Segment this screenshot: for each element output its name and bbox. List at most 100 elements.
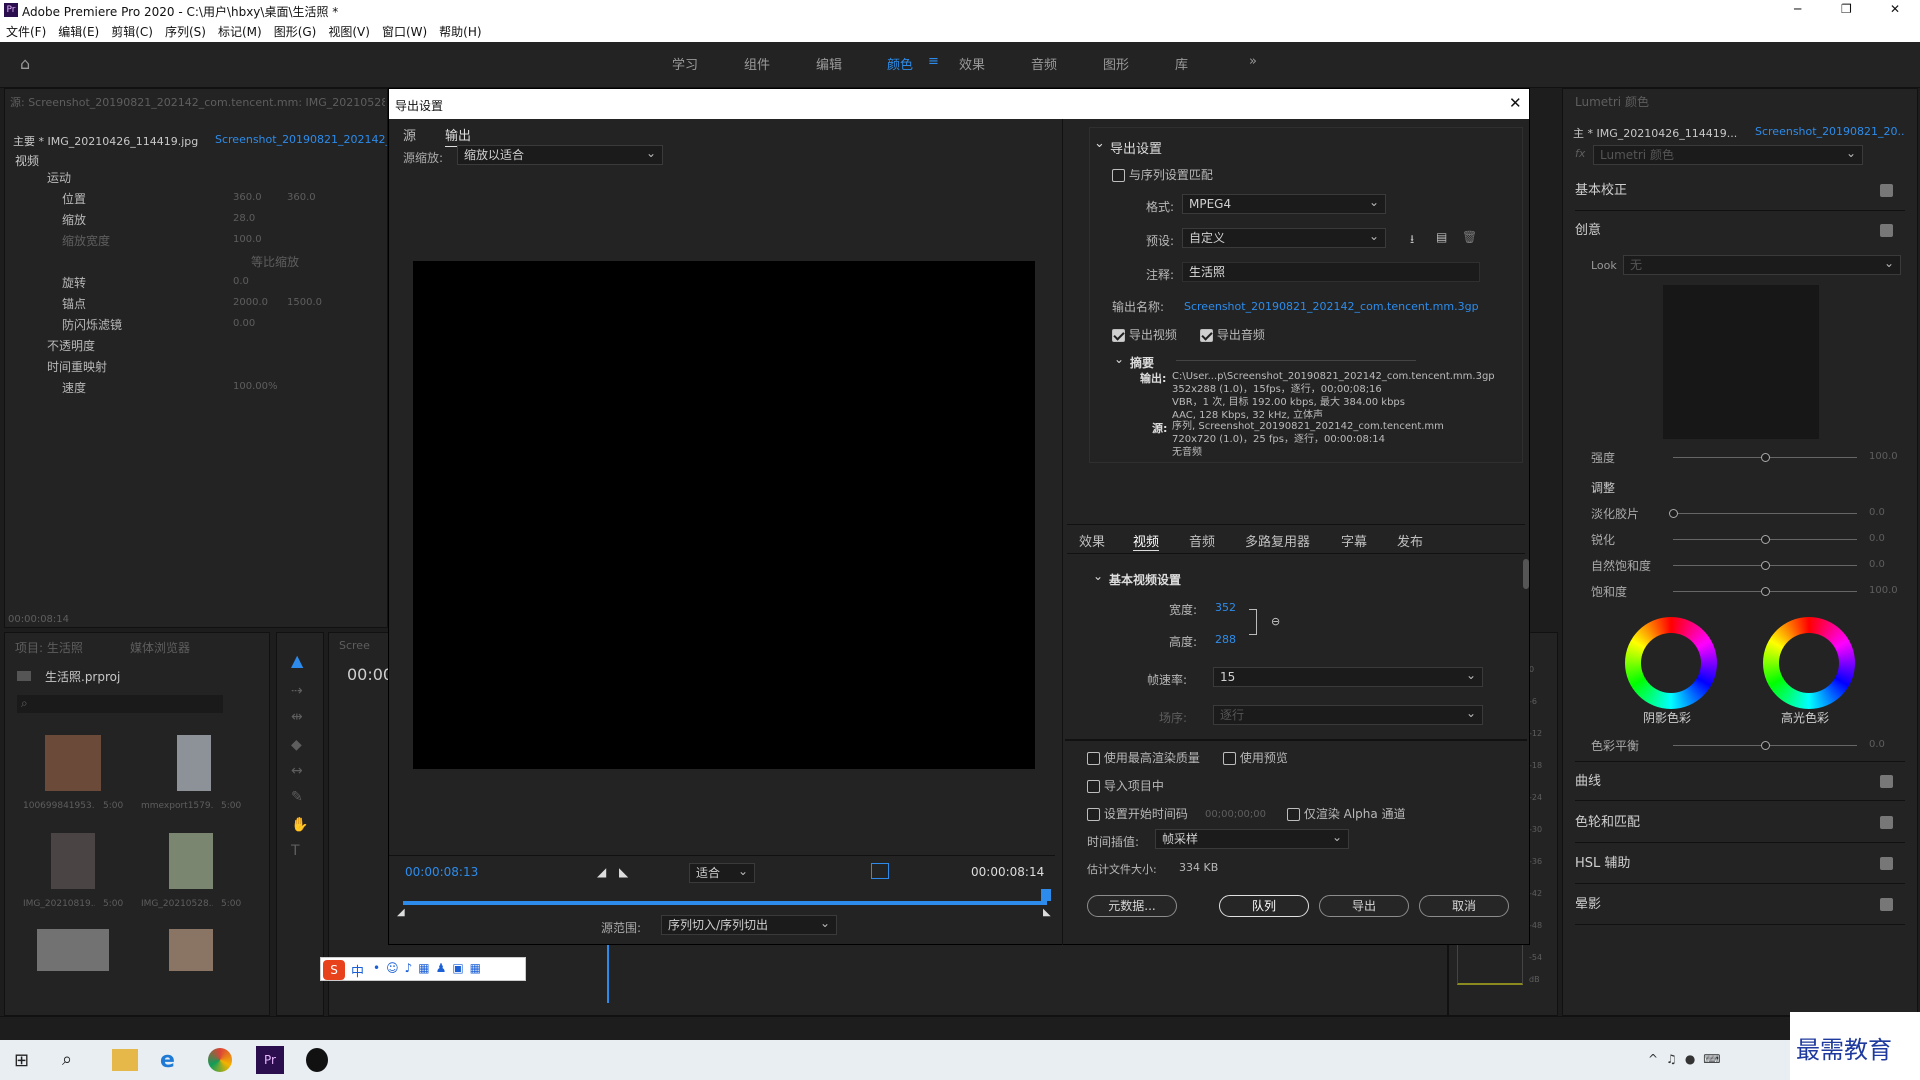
tab-source[interactable]: 源 (403, 125, 416, 144)
out-point-icon[interactable]: ◣ (1043, 907, 1051, 918)
shadow-color-wheel[interactable] (1625, 617, 1717, 709)
tab-multiplexer[interactable]: 多路复用器 (1245, 531, 1310, 550)
workspace-menu-icon[interactable]: ≡ (928, 54, 939, 69)
tab-captions[interactable]: 字幕 (1341, 531, 1367, 550)
ime-mode[interactable]: 中 (351, 961, 364, 980)
highlight-color-wheel[interactable] (1763, 617, 1855, 709)
ripple-edit-icon[interactable]: ⇹ (291, 709, 303, 725)
current-time[interactable]: 00:00:08:13 (405, 865, 478, 879)
range-select[interactable]: 序列切入/序列切出 (661, 915, 837, 935)
effect-opacity[interactable]: 不透明度 (47, 337, 95, 354)
slip-icon[interactable]: ↔ (291, 763, 303, 779)
pen-icon[interactable]: ✎ (291, 789, 303, 805)
thumbnail[interactable] (169, 833, 213, 889)
chevron-down-icon[interactable]: ⌄ (1093, 569, 1103, 583)
workspace-libraries[interactable]: 库 (1175, 54, 1188, 73)
anchor-x[interactable]: 2000.0 (233, 297, 268, 308)
width-value[interactable]: 352 (1215, 601, 1236, 614)
interp-select[interactable]: 帧采样 (1155, 829, 1349, 849)
comment-input[interactable]: 生活照 (1182, 262, 1480, 282)
wheel-center[interactable] (1641, 633, 1701, 693)
vibrance-slider[interactable] (1673, 561, 1857, 570)
thumbnail[interactable] (177, 735, 211, 791)
start-tc-row[interactable]: 设置开始时间码 (1087, 805, 1188, 822)
lumetri-fx-select[interactable]: Lumetri 颜色 (1593, 145, 1863, 165)
qq-icon[interactable] (306, 1048, 328, 1072)
section-creative[interactable]: 创意 (1575, 211, 1905, 251)
dialog-close-icon[interactable]: ✕ (1509, 94, 1522, 112)
section-curves-checkbox[interactable] (1880, 775, 1893, 788)
output-name-link[interactable]: Screenshot_20190821_202142_com.tencent.m… (1184, 300, 1479, 313)
slider-knob[interactable] (1761, 453, 1770, 462)
search-icon[interactable]: ⌕ (62, 1049, 72, 1070)
section-wheels[interactable]: 色轮和匹配 (1575, 803, 1905, 843)
slider-knob[interactable] (1761, 741, 1770, 750)
section-vignette[interactable]: 晕影 (1575, 885, 1905, 925)
import-project-checkbox[interactable] (1087, 780, 1100, 793)
alpha-only-checkbox[interactable] (1287, 808, 1300, 821)
delete-preset-icon[interactable]: 🗑 (1462, 230, 1477, 244)
tab-video[interactable]: 视频 (1133, 531, 1160, 551)
adjust-label[interactable]: 调整 (1591, 479, 1615, 496)
tab-effects[interactable]: 效果 (1079, 531, 1105, 550)
section-wheels-checkbox[interactable] (1880, 816, 1893, 829)
minimize-button[interactable]: ─ (1794, 2, 1801, 16)
sharpen-slider[interactable] (1673, 535, 1857, 544)
razor-icon[interactable]: ◆ (291, 737, 302, 753)
menu-sequence[interactable]: 序列(S) (159, 22, 212, 42)
max-quality-checkbox[interactable] (1087, 752, 1100, 765)
queue-button[interactable]: 队列 (1219, 895, 1309, 917)
slider-knob[interactable] (1761, 535, 1770, 544)
thumbnail[interactable] (169, 929, 213, 971)
save-preset-icon[interactable]: ⭳ (1410, 230, 1414, 251)
import-project-row[interactable]: 导入项目中 (1087, 777, 1164, 794)
sharpen-value[interactable]: 0.0 (1869, 533, 1885, 544)
slider-knob[interactable] (1669, 509, 1678, 518)
anchor-y[interactable]: 1500.0 (287, 297, 322, 308)
scale-width-value[interactable]: 100.0 (233, 234, 262, 245)
start-tc-value[interactable]: 00;00;00;00 (1205, 809, 1266, 820)
position-x[interactable]: 360.0 (233, 192, 262, 203)
tab-output[interactable]: 输出 (445, 125, 472, 147)
tab-audio[interactable]: 音频 (1189, 531, 1215, 550)
windows-start-icon[interactable]: ⊞ (14, 1050, 29, 1071)
section-curves[interactable]: 曲线 (1575, 761, 1905, 801)
playhead-handle[interactable] (1041, 889, 1051, 901)
menu-view[interactable]: 视图(V) (322, 22, 376, 42)
clip-name[interactable]: Screenshot_20190821_202142_com... (215, 133, 387, 146)
slider-knob[interactable] (1761, 561, 1770, 570)
balance-value[interactable]: 0.0 (1869, 739, 1885, 750)
project-tab[interactable]: 项目: 生活照 (15, 639, 83, 656)
metadata-button[interactable]: 元数据... (1087, 895, 1177, 917)
start-tc-checkbox[interactable] (1087, 808, 1100, 821)
workspace-effects[interactable]: 效果 (959, 54, 985, 73)
in-point-icon[interactable]: ◢ (397, 907, 405, 918)
timeline-timecode[interactable]: 00:00 (347, 665, 393, 684)
cancel-button[interactable]: 取消 (1419, 895, 1509, 917)
preset-select[interactable]: 自定义 (1182, 228, 1386, 248)
export-video-row[interactable]: 导出视频 (1112, 326, 1177, 343)
fps-select[interactable]: 15 (1213, 667, 1483, 687)
track-select-icon[interactable]: ⇢ (291, 683, 303, 699)
saturation-value[interactable]: 100.0 (1869, 585, 1898, 596)
thumbnail[interactable] (51, 833, 95, 889)
alpha-only-row[interactable]: 仅渲染 Alpha 通道 (1287, 805, 1406, 822)
chrome-icon[interactable] (208, 1048, 232, 1072)
scale-value[interactable]: 28.0 (233, 213, 255, 224)
mark-in-icon[interactable]: ◢ (597, 865, 606, 879)
sogou-logo-icon[interactable]: S (323, 960, 345, 980)
import-preset-icon[interactable]: ▤ (1436, 230, 1447, 244)
premiere-taskbar-icon[interactable]: Pr (256, 1046, 284, 1074)
section-creative-checkbox[interactable] (1880, 224, 1893, 237)
edge-icon[interactable]: e (160, 1048, 175, 1073)
workspace-audio[interactable]: 音频 (1031, 54, 1057, 73)
section-vignette-checkbox[interactable] (1880, 898, 1893, 911)
type-tool-icon[interactable]: T (291, 843, 300, 859)
media-browser-tab[interactable]: 媒体浏览器 (130, 639, 190, 656)
playhead[interactable] (607, 943, 609, 1003)
format-select[interactable]: MPEG4 (1182, 194, 1386, 214)
field-order-select[interactable]: 逐行 (1213, 705, 1483, 725)
menu-edit[interactable]: 编辑(E) (52, 22, 105, 42)
thumbnail[interactable] (45, 735, 101, 791)
workspace-graphics[interactable]: 图形 (1103, 54, 1129, 73)
